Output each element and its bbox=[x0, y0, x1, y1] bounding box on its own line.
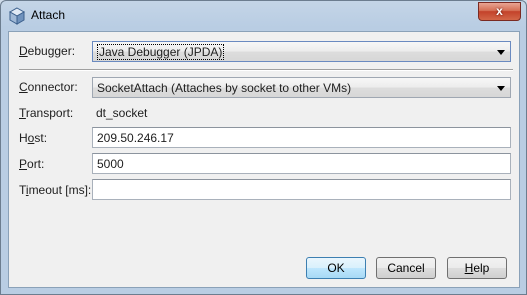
connector-value: SocketAttach (Attaches by socket to othe… bbox=[97, 81, 352, 95]
attach-dialog: Attach x Debugger: Java Debugger (JPDA) … bbox=[0, 0, 527, 295]
cancel-button[interactable]: Cancel bbox=[376, 257, 436, 279]
separator bbox=[19, 69, 513, 71]
help-button[interactable]: Help bbox=[447, 257, 507, 279]
dialog-body: Debugger: Java Debugger (JPDA) Connector… bbox=[8, 31, 520, 288]
debugger-combo[interactable]: Java Debugger (JPDA) bbox=[92, 41, 511, 62]
port-field[interactable]: 5000 bbox=[92, 153, 511, 174]
title-bar[interactable]: Attach x bbox=[1, 1, 526, 31]
host-field[interactable]: 209.50.246.17 bbox=[92, 127, 511, 148]
transport-value: dt_socket bbox=[96, 106, 148, 120]
timeout-field[interactable] bbox=[92, 179, 511, 200]
close-icon: x bbox=[496, 4, 503, 18]
debugger-label: Debugger: bbox=[19, 44, 76, 58]
debugger-value: Java Debugger (JPDA) bbox=[96, 44, 225, 60]
timeout-label: Timeout [ms]: bbox=[19, 183, 92, 197]
close-button[interactable]: x bbox=[478, 2, 521, 21]
host-label: Host: bbox=[19, 131, 48, 145]
transport-label: Transport: bbox=[19, 106, 74, 120]
connector-combo[interactable]: SocketAttach (Attaches by socket to othe… bbox=[92, 77, 511, 98]
netbeans-cube-icon bbox=[8, 7, 26, 25]
ok-button[interactable]: OK bbox=[306, 257, 366, 279]
connector-label: Connector: bbox=[19, 80, 78, 94]
chevron-down-icon bbox=[497, 50, 505, 55]
window-title: Attach bbox=[31, 8, 66, 22]
port-value: 5000 bbox=[97, 157, 124, 171]
port-label: Port: bbox=[19, 157, 45, 171]
host-value: 209.50.246.17 bbox=[97, 131, 174, 145]
chevron-down-icon bbox=[497, 86, 505, 91]
